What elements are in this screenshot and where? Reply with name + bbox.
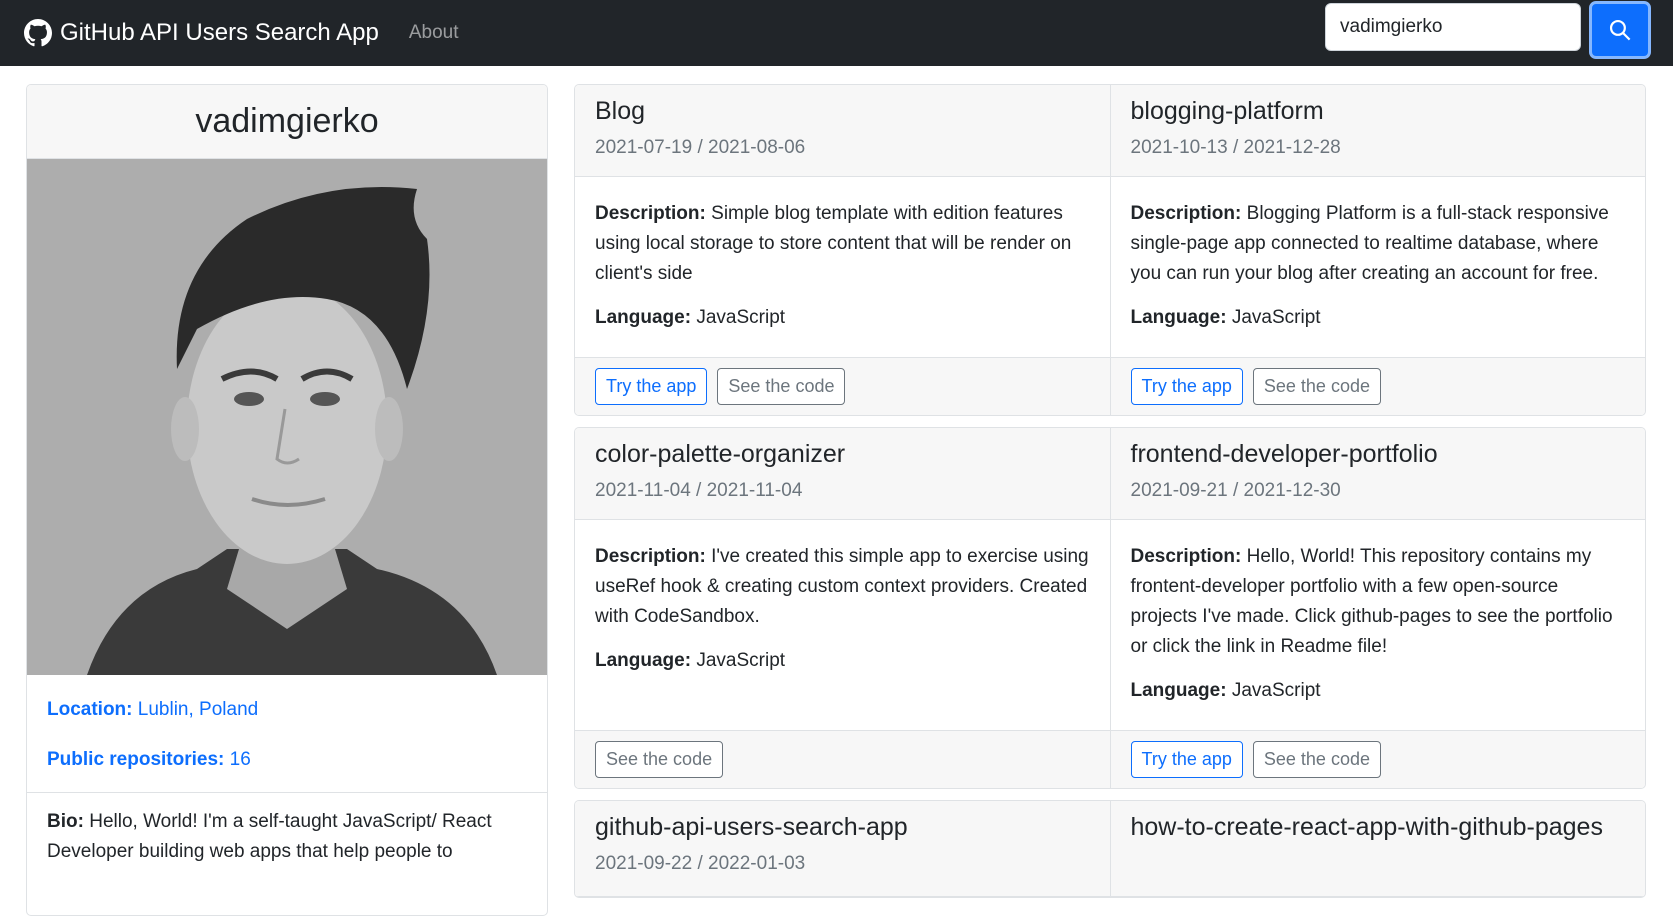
repos-label: Public repositories:: [47, 749, 225, 770]
repo-card: frontend-developer-portfolio 2021-09-21 …: [1109, 428, 1646, 788]
repo-dates: 2021-11-04 / 2021-11-04: [595, 480, 803, 501]
location-row: Location: Lublin, Poland: [47, 699, 527, 721]
repo-card: Blog 2021-07-19 / 2021-08-06 Description…: [575, 85, 1110, 415]
language-value: JavaScript: [696, 650, 786, 671]
repo-description: Description: I've created this simple ap…: [595, 542, 1090, 632]
repo-card-header: how-to-create-react-app-with-github-page…: [1110, 801, 1645, 897]
language-label: Language:: [595, 307, 692, 328]
navbar: GitHub API Users Search App About: [0, 0, 1673, 66]
repo-card-header: blogging-platform 2021-10-13 / 2021-12-2…: [1110, 85, 1645, 177]
profile-info: Location: Lublin, Poland Public reposito…: [27, 675, 547, 793]
repo-card: color-palette-organizer 2021-11-04 / 202…: [575, 428, 1110, 788]
location-label: Location:: [47, 699, 133, 720]
description-label: Description:: [1130, 546, 1242, 567]
brand-link[interactable]: GitHub API Users Search App: [24, 19, 379, 47]
bio-text: Hello, World! I'm a self-taught JavaScri…: [47, 811, 492, 862]
try-app-button[interactable]: Try the app: [1130, 368, 1243, 405]
github-icon: [24, 19, 52, 47]
language-label: Language:: [1130, 307, 1227, 328]
profile-username: vadimgierko: [27, 85, 547, 159]
bio-label: Bio:: [47, 811, 84, 832]
repo-card-body: Description: Hello, World! This reposito…: [1111, 520, 1646, 730]
repo-dates: 2021-09-22 / 2022-01-03: [595, 853, 806, 874]
repo-dates: 2021-09-21 / 2021-12-30: [1130, 480, 1341, 501]
repos-grid: Blog 2021-07-19 / 2021-08-06 Description…: [574, 84, 1646, 909]
language-value: JavaScript: [696, 307, 786, 328]
repo-card-body: Description: Blogging Platform is a full…: [1111, 177, 1646, 357]
avatar: [27, 159, 547, 675]
repo-row: github-api-users-search-app 2021-09-22 /…: [574, 800, 1646, 898]
repo-title: blogging-platform: [1130, 97, 1324, 125]
repo-card: how-to-create-react-app-with-github-page…: [1109, 801, 1645, 897]
see-code-button[interactable]: See the code: [595, 741, 724, 778]
repo-card-footer: Try the app See the code: [575, 357, 1110, 415]
try-app-button[interactable]: Try the app: [1130, 741, 1243, 778]
description-label: Description:: [1130, 203, 1242, 224]
try-app-button[interactable]: Try the app: [595, 368, 708, 405]
repo-card: github-api-users-search-app 2021-09-22 /…: [575, 801, 1110, 897]
repo-row: color-palette-organizer 2021-11-04 / 202…: [574, 427, 1646, 789]
brand-title: GitHub API Users Search App: [60, 19, 379, 46]
repo-card: blogging-platform 2021-10-13 / 2021-12-2…: [1109, 85, 1646, 415]
repo-card-header: Blog 2021-07-19 / 2021-08-06: [575, 85, 1110, 177]
repo-row: Blog 2021-07-19 / 2021-08-06 Description…: [574, 84, 1646, 416]
description-label: Description:: [595, 546, 706, 567]
repos-row: Public repositories: 16: [47, 749, 527, 771]
repo-card-body: Description: Simple blog template with e…: [575, 177, 1110, 357]
repo-title: Blog: [595, 97, 646, 125]
repo-language: Language: JavaScript: [595, 303, 1090, 333]
location-value: Lublin, Poland: [137, 699, 259, 720]
repo-title: github-api-users-search-app: [595, 813, 908, 841]
see-code-button[interactable]: See the code: [1252, 368, 1381, 405]
repo-card-footer: Try the app See the code: [1110, 357, 1645, 415]
repo-card-footer: Try the app See the code: [1110, 730, 1645, 788]
search-icon: [1609, 19, 1631, 41]
search-button[interactable]: [1589, 1, 1651, 59]
repo-title: how-to-create-react-app-with-github-page…: [1130, 813, 1603, 841]
search-form: [1325, 1, 1651, 59]
see-code-button[interactable]: See the code: [1252, 741, 1381, 778]
language-value: JavaScript: [1231, 680, 1321, 701]
language-label: Language:: [595, 650, 692, 671]
repo-card-header: github-api-users-search-app 2021-09-22 /…: [575, 801, 1110, 897]
repo-card-body: Description: I've created this simple ap…: [575, 520, 1110, 730]
language-label: Language:: [1130, 680, 1227, 701]
profile-bio: Bio: Hello, World! I'm a self-taught Jav…: [27, 793, 547, 881]
repo-title: color-palette-organizer: [595, 440, 846, 468]
repos-count: 16: [229, 749, 251, 770]
repo-description: Description: Simple blog template with e…: [595, 199, 1090, 289]
repo-description: Description: Hello, World! This reposito…: [1131, 542, 1626, 662]
repo-language: Language: JavaScript: [1131, 676, 1626, 706]
language-value: JavaScript: [1231, 307, 1321, 328]
repo-language: Language: JavaScript: [1131, 303, 1626, 333]
description-label: Description:: [595, 203, 706, 224]
profile-card: vadimgierko Location: Lublin, Poland Pub…: [26, 84, 548, 916]
nav-about-link[interactable]: About: [409, 22, 459, 44]
repo-card-footer: See the code: [575, 730, 1110, 788]
repo-card-header: frontend-developer-portfolio 2021-09-21 …: [1110, 428, 1645, 520]
repo-dates: 2021-10-13 / 2021-12-28: [1130, 137, 1341, 158]
repo-title: frontend-developer-portfolio: [1130, 440, 1438, 468]
repo-description: Description: Blogging Platform is a full…: [1131, 199, 1626, 289]
repo-language: Language: JavaScript: [595, 646, 1090, 676]
search-input[interactable]: [1325, 3, 1581, 51]
repo-card-header: color-palette-organizer 2021-11-04 / 202…: [575, 428, 1110, 520]
repo-dates: 2021-07-19 / 2021-08-06: [595, 137, 806, 158]
see-code-button[interactable]: See the code: [717, 368, 846, 405]
